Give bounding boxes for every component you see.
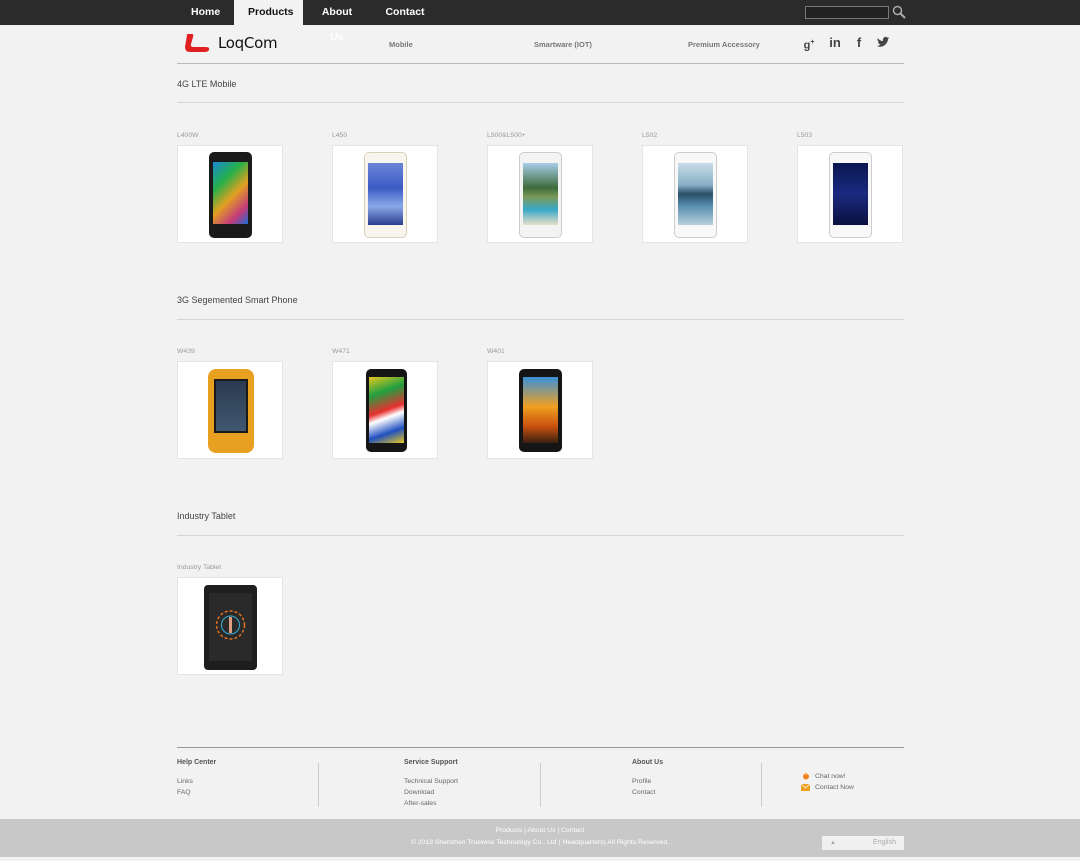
bottom-bar (0, 819, 1080, 857)
search-button[interactable] (892, 5, 906, 19)
product-label-w401[interactable]: W401 (487, 348, 505, 355)
nav-about-us[interactable]: About Us (303, 0, 371, 43)
product-image-w439[interactable] (177, 361, 283, 459)
footer-column-divider (318, 763, 319, 807)
google-plus-icon[interactable]: g+ (802, 36, 816, 52)
footer-link-after-sales[interactable]: After-sales (404, 800, 436, 807)
product-label-w439[interactable]: W439 (177, 348, 195, 355)
subnav-smartware[interactable]: Smartware (IOT) (534, 40, 592, 49)
product-label-l400w[interactable]: L400W (177, 132, 199, 139)
footer-title-about-us: About Us (632, 759, 664, 766)
main-menu: Home Products About Us Contact (177, 0, 439, 43)
product-image-l500[interactable] (487, 145, 593, 243)
product-image-industry-tablet[interactable] (177, 577, 283, 675)
copyright-text: © 2013 Shenzhen Truewise Technology Co.,… (410, 839, 670, 846)
top-navigation-bar: Home Products About Us Contact (0, 0, 1080, 43)
brand-name: LoqCom (218, 34, 278, 52)
footer-title-help-center: Help Center (177, 759, 217, 766)
subnav-mobile[interactable]: Mobile (389, 40, 413, 49)
subnav-premium-accessory[interactable]: Premium Accessory (688, 40, 760, 49)
chat-now-label: Chat now! (815, 772, 846, 780)
section-title-4g-lte: 4G LTE Mobile (177, 79, 237, 89)
chat-now-link[interactable]: Chat now! (802, 772, 846, 780)
product-image-l503[interactable] (797, 145, 903, 243)
header-divider (177, 63, 904, 64)
product-image-l502[interactable] (642, 145, 748, 243)
footer-link-technical-support[interactable]: Technical Support (404, 778, 458, 785)
chat-icon (803, 772, 809, 780)
section-divider (177, 535, 904, 536)
section-divider (177, 102, 904, 103)
footer-column-divider (540, 763, 541, 807)
footer-link-faq[interactable]: FAQ (177, 789, 191, 796)
mail-icon (801, 784, 810, 791)
product-image-w471[interactable] (332, 361, 438, 459)
product-label-l500[interactable]: L500&L500+ (487, 132, 526, 139)
linkedin-icon[interactable]: in (828, 36, 842, 50)
contact-now-link[interactable]: Contact Now (801, 784, 854, 791)
footer-title-service-support: Service Support (404, 759, 458, 766)
contact-now-label: Contact Now (815, 784, 854, 791)
product-label-l502[interactable]: L502 (642, 132, 657, 139)
footer-link-links[interactable]: Links (177, 778, 193, 785)
language-arrow-icon: ▲ (830, 840, 836, 846)
product-label-l450[interactable]: L450 (332, 132, 347, 139)
product-label-w471[interactable]: W471 (332, 348, 350, 355)
product-image-l450[interactable] (332, 145, 438, 243)
nav-contact[interactable]: Contact (371, 0, 439, 25)
bottom-links[interactable]: Products | About Us | Contact (0, 827, 1080, 834)
search-input[interactable] (805, 5, 889, 19)
language-selector[interactable]: ▲ English (822, 836, 904, 850)
search-icon (892, 5, 906, 19)
logo-icon (185, 34, 210, 52)
product-label-industry-tablet[interactable]: Industry Tablet (177, 564, 221, 571)
footer-link-contact[interactable]: Contact (632, 789, 655, 796)
brand-logo[interactable]: LoqCom (184, 32, 278, 54)
footer-divider (177, 747, 904, 748)
section-title-industry-tablet: Industry Tablet (177, 511, 236, 521)
footer-link-profile[interactable]: Profile (632, 778, 651, 785)
search-area (805, 5, 906, 19)
section-title-3g: 3G Segemented Smart Phone (177, 295, 298, 305)
footer-column-divider (761, 763, 762, 807)
section-divider (177, 319, 904, 320)
product-image-w401[interactable] (487, 361, 593, 459)
nav-products[interactable]: Products (234, 0, 303, 25)
nav-home[interactable]: Home (177, 0, 234, 25)
facebook-icon[interactable]: f (852, 36, 866, 50)
product-image-l400w[interactable] (177, 145, 283, 243)
language-label: English (873, 839, 896, 846)
product-label-l503[interactable]: L503 (797, 132, 812, 139)
footer-link-download[interactable]: Download (404, 789, 434, 796)
twitter-icon[interactable] (876, 36, 890, 50)
